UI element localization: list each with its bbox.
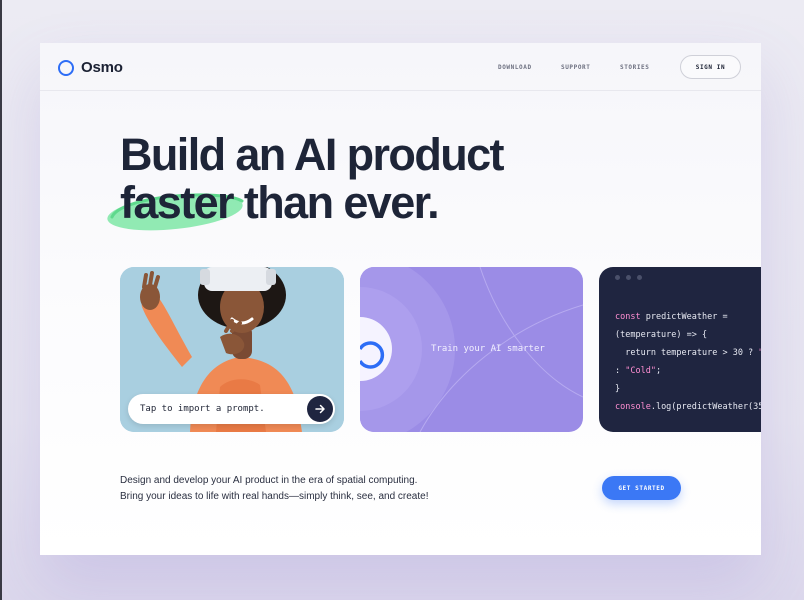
ring-logo-icon — [58, 59, 74, 76]
window-dot — [615, 275, 620, 280]
code-line-6: console.log(predictWeather(35)); — [615, 402, 761, 412]
landing-page: Osmo DOWNLOAD SUPPORT STORIES SIGN IN Bu… — [40, 43, 761, 555]
hero-headline: Build an AI product faster than ever. — [107, 129, 505, 231]
headline-highlight-word: faster — [120, 177, 235, 228]
window-dots-icon — [615, 275, 642, 280]
nav-link-support[interactable]: SUPPORT — [561, 64, 591, 71]
code-snippet-card: const predictWeather = (temperature) => … — [599, 267, 761, 432]
code-line-1: const predictWeather = — [615, 312, 728, 322]
sign-in-button[interactable]: SIGN IN — [680, 55, 741, 79]
headline-line-2-rest: than ever. — [232, 177, 440, 228]
train-card-label: Train your AI smarter — [431, 344, 545, 354]
get-started-button[interactable]: GET STARTED — [602, 476, 681, 500]
code-line-5: } — [615, 384, 621, 394]
brand-logo[interactable]: Osmo — [58, 59, 123, 76]
code-line-2: (temperature) => { — [615, 330, 708, 340]
brand-name: Osmo — [81, 59, 123, 76]
photo-card[interactable]: Tap to import a prompt. — [120, 267, 344, 432]
code-line-3: return temperature > 30 ? "Hot" — [615, 348, 761, 358]
code-block: const predictWeather = (temperature) => … — [615, 308, 761, 416]
headline-line-2: faster than ever. — [107, 177, 503, 231]
headline-line-1: Build an AI product — [120, 129, 505, 180]
prompt-submit-button[interactable] — [307, 396, 333, 422]
window-border — [0, 0, 2, 600]
window-dot — [626, 275, 631, 280]
prompt-placeholder: Tap to import a prompt. — [140, 404, 265, 414]
train-ai-card[interactable]: Train your AI smarter — [360, 267, 583, 432]
nav-link-stories[interactable]: STORIES — [620, 64, 650, 71]
window-dot — [637, 275, 642, 280]
product-description: Design and develop your AI product in th… — [120, 473, 429, 505]
arrow-right-icon — [315, 404, 325, 414]
nav-link-download[interactable]: DOWNLOAD — [498, 64, 532, 71]
site-header: Osmo DOWNLOAD SUPPORT STORIES SIGN IN — [40, 43, 761, 91]
prompt-import-field[interactable]: Tap to import a prompt. — [128, 394, 335, 424]
description-line-2: Bring your ideas to life with real hands… — [120, 491, 429, 502]
code-line-4: : "Cold"; — [615, 366, 662, 376]
description-line-1: Design and develop your AI product in th… — [120, 475, 418, 486]
